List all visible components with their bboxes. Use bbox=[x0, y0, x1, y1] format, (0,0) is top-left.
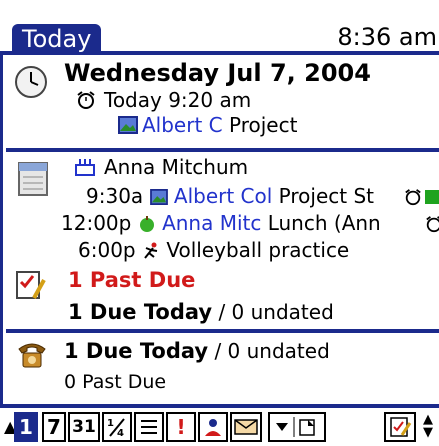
svg-text:1: 1 bbox=[107, 418, 114, 429]
event-time: 9:30a bbox=[86, 184, 144, 208]
birthday-name[interactable]: Anna Mitchum bbox=[104, 155, 248, 179]
scroll-arrows[interactable]: ▲ ▼ bbox=[418, 412, 438, 442]
title-bar: Today 8:36 am bbox=[0, 0, 439, 55]
contact-link[interactable]: Anna Mitc bbox=[162, 211, 261, 235]
event-time: 12:00p bbox=[61, 211, 132, 235]
dropdown-menu-icon bbox=[276, 417, 315, 437]
new-task-button[interactable] bbox=[384, 412, 416, 442]
phone-icon bbox=[18, 343, 46, 368]
contacts-button[interactable] bbox=[198, 412, 228, 442]
contact-link[interactable]: Albert Col bbox=[174, 184, 272, 208]
svg-text:4: 4 bbox=[117, 428, 124, 438]
exclamation-icon: ! bbox=[176, 415, 186, 439]
alarm-icon bbox=[405, 189, 421, 206]
tasks-past-due[interactable]: 1 Past Due bbox=[68, 268, 195, 292]
app-title-tab[interactable]: Today bbox=[12, 24, 102, 55]
person-icon bbox=[205, 419, 221, 436]
mail-button[interactable] bbox=[230, 412, 262, 442]
calls-undated: / 0 undated bbox=[214, 339, 330, 363]
alarm-subject[interactable]: Albert C Project bbox=[142, 113, 297, 137]
content-frame: Wednesday Jul 7, 2004 Today 9:20 am Albe… bbox=[0, 55, 439, 408]
date-section: Wednesday Jul 7, 2004 Today 9:20 am Albe… bbox=[6, 55, 439, 148]
clock: 8:36 am bbox=[337, 23, 437, 51]
tasks-due-today[interactable]: 1 Due Today bbox=[68, 300, 212, 324]
list-icon bbox=[141, 420, 157, 434]
view-fraction-icon[interactable]: 14 bbox=[102, 412, 132, 442]
alarm-time[interactable]: Today 9:20 am bbox=[104, 88, 251, 112]
view-7-day-button[interactable]: 7 bbox=[42, 412, 66, 442]
alarm-subject-rest: Project bbox=[228, 113, 298, 137]
tasks-due-line[interactable]: 1 Due Today / 0 undated bbox=[68, 300, 334, 324]
toolbar-divider bbox=[0, 404, 439, 408]
event-text: Volleyball practice bbox=[166, 238, 350, 262]
priority-button[interactable]: ! bbox=[166, 412, 196, 442]
tasks-undated: / 0 undated bbox=[218, 300, 334, 324]
alarm-icon bbox=[426, 216, 439, 233]
event-text: Project St bbox=[278, 184, 374, 208]
view-31-day-button[interactable]: 31 bbox=[68, 412, 100, 442]
up-arrow-icon[interactable]: ▲ bbox=[4, 412, 16, 442]
volleyball-player-icon bbox=[144, 242, 158, 259]
view-1-day-button[interactable]: 1 bbox=[14, 412, 38, 442]
birthday-icon bbox=[75, 159, 95, 176]
note-pen-icon bbox=[390, 417, 412, 437]
calls-due-today[interactable]: 1 Due Today bbox=[64, 339, 208, 363]
event-time: 6:00p bbox=[78, 238, 136, 262]
calendar-event[interactable]: 9:30a Albert Col Project St bbox=[86, 184, 374, 208]
calendar-event[interactable]: 12:00p Anna Mitc Lunch (Ann bbox=[61, 211, 381, 235]
clock-icon bbox=[15, 66, 47, 98]
dropdown-button[interactable] bbox=[268, 412, 326, 442]
contact-link[interactable]: Albert C bbox=[142, 113, 223, 137]
picture-icon bbox=[118, 116, 138, 134]
bottom-toolbar: ▲ 1 7 31 14 ! ▲ ▼ bbox=[0, 410, 439, 446]
calls-past-due[interactable]: 0 Past Due bbox=[64, 370, 166, 394]
fraction-icon: 14 bbox=[107, 418, 125, 439]
event-text: Lunch (Ann bbox=[267, 211, 381, 235]
apple-icon bbox=[139, 216, 154, 232]
picture-icon bbox=[149, 189, 168, 205]
calendar-event[interactable]: 6:00p Volleyball practice bbox=[78, 238, 349, 262]
envelope-icon bbox=[234, 419, 258, 435]
calendar-icon bbox=[18, 162, 48, 196]
category-marker bbox=[425, 190, 439, 204]
current-date: Wednesday Jul 7, 2004 bbox=[64, 59, 371, 87]
task-checklist-icon bbox=[16, 271, 46, 299]
view-list-button[interactable] bbox=[134, 412, 164, 442]
calls-due-line[interactable]: 1 Due Today / 0 undated bbox=[64, 339, 330, 363]
calendar-section: Anna Mitchum 9:30a Albert Col Project St… bbox=[6, 152, 439, 329]
alarm-icon bbox=[77, 91, 95, 109]
scroll-down-icon[interactable]: ▼ bbox=[423, 425, 433, 440]
calls-section: 1 Due Today / 0 undated 0 Past Due bbox=[6, 333, 439, 403]
